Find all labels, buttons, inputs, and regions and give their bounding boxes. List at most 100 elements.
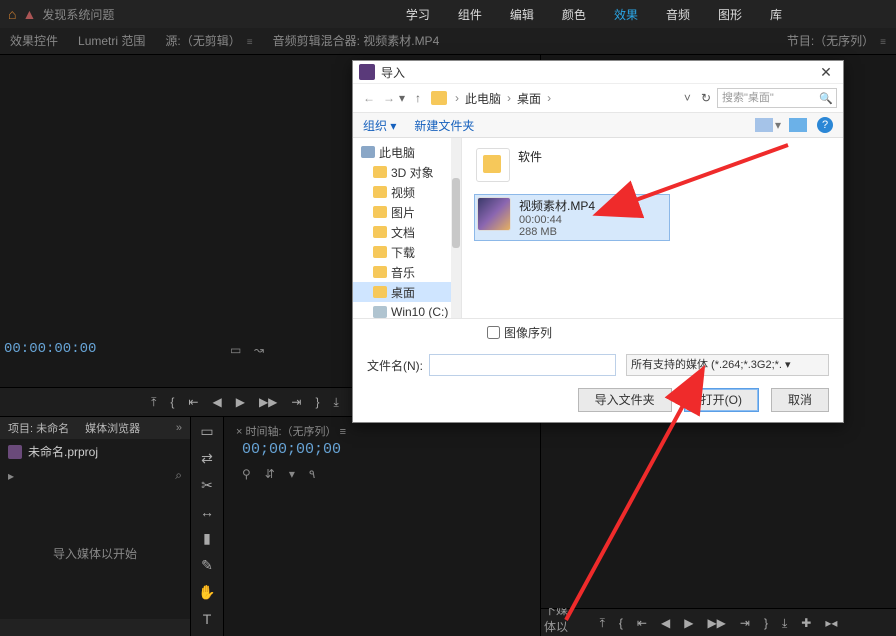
transport-button[interactable]: ◀ [661, 616, 670, 630]
workspace-tab-图形[interactable]: 图形 [718, 6, 742, 23]
transport-button[interactable]: ▸◂ [825, 616, 837, 630]
transport-button[interactable]: ⤒ [151, 395, 156, 410]
tool-button[interactable]: ▭ [200, 423, 213, 440]
workspace-tab-音频[interactable]: 音频 [666, 6, 690, 23]
dialog-button-row: 导入文件夹 打开(O) 取消 [353, 384, 843, 422]
transport-button[interactable]: ✚ [801, 616, 811, 630]
tab-source[interactable]: 源:（无剪辑）≡ [155, 28, 262, 54]
cancel-button[interactable]: 取消 [771, 388, 829, 412]
workspace-tab-颜色[interactable]: 颜色 [562, 6, 586, 23]
transport-button[interactable]: ⤒ [600, 616, 605, 631]
import-folder-button[interactable]: 导入文件夹 [578, 388, 672, 412]
title-text: 发现系统问题 [42, 6, 114, 23]
view-mode-icon[interactable] [755, 118, 773, 132]
image-sequence-checkbox[interactable] [487, 326, 500, 339]
filetype-dropdown[interactable]: 所有支持的媒体 (*.264;*.3G2;*. ▾ [626, 354, 829, 376]
tree-item-此电脑[interactable]: 此电脑 [353, 142, 461, 162]
tab-media-browser[interactable]: 媒体浏览器 [77, 420, 148, 436]
search-icon[interactable]: ⌕ [175, 468, 182, 483]
workspace-tab-效果[interactable]: 效果 [614, 6, 638, 23]
workspace-tab-组件[interactable]: 组件 [458, 6, 482, 23]
transport-button[interactable]: ⇥ [291, 395, 301, 409]
transport-button[interactable]: ⇤ [637, 616, 647, 630]
workspace-tab-学习[interactable]: 学习 [406, 6, 430, 23]
tree-item-视频[interactable]: 视频 [353, 182, 461, 202]
tree-item-Win10 (C:)[interactable]: Win10 (C:) [353, 302, 461, 318]
project-drop-hint[interactable]: 导入媒体以开始 [0, 487, 190, 619]
refresh-icon[interactable]: ↻ [701, 91, 711, 105]
transport-button[interactable]: ⇥ [740, 616, 750, 630]
transport-button[interactable]: { [619, 616, 623, 630]
tree-item-图片[interactable]: 图片 [353, 202, 461, 222]
marker-icon[interactable]: ▾ [289, 467, 295, 481]
settings-icon[interactable]: ٩ [309, 467, 315, 481]
close-icon[interactable]: ≡ [880, 37, 886, 48]
transport-button[interactable]: ⇤ [188, 395, 198, 409]
close-button[interactable]: ✕ [815, 64, 837, 81]
transport-button[interactable]: ⤓ [782, 616, 787, 631]
workspace-tab-库[interactable]: 库 [770, 6, 782, 23]
tree-item-文档[interactable]: 文档 [353, 222, 461, 242]
up-icon[interactable]: ↑ [415, 91, 421, 105]
add-marker-icon[interactable]: ↝ [254, 343, 266, 355]
timeline-timecode[interactable]: 00;00;00;00 [242, 441, 341, 458]
tab-effects-controls[interactable]: 效果控件 [0, 28, 68, 54]
forward-icon[interactable]: → [383, 91, 395, 105]
back-icon[interactable]: ← [363, 91, 375, 105]
transport-button[interactable]: ▶▶ [259, 395, 277, 409]
snap-icon[interactable]: ⚲ [242, 467, 251, 481]
filename-input[interactable] [429, 354, 616, 376]
transport-button[interactable]: { [170, 395, 174, 409]
transport-button[interactable]: } [764, 616, 768, 630]
new-folder-button[interactable]: 新建文件夹 [414, 117, 474, 134]
more-tabs-icon[interactable]: » [168, 422, 190, 434]
tab-audio-mixer[interactable]: 音频剪辑混合器: 视频素材.MP4 [263, 28, 450, 54]
search-input[interactable]: 搜索"桌面" 🔍 [717, 88, 837, 108]
home-icon[interactable]: ⌂ [8, 6, 16, 22]
tree-item-音乐[interactable]: 音乐 [353, 262, 461, 282]
tree-item-桌面[interactable]: 桌面 [353, 282, 461, 302]
project-filename: 未命名.prproj [28, 443, 98, 460]
workspace-tab-编辑[interactable]: 编辑 [510, 6, 534, 23]
video-thumbnail [477, 197, 511, 231]
transport-button[interactable]: ▶ [236, 395, 245, 409]
tool-button[interactable]: ↔ [200, 504, 214, 520]
organize-menu[interactable]: 组织 ▾ [363, 117, 396, 134]
breadcrumb-pc[interactable]: 此电脑 [465, 90, 501, 107]
link-icon[interactable]: ⇵ [265, 467, 275, 481]
source-timecode[interactable]: 00:00:00:00 [4, 341, 96, 357]
transport-button[interactable]: ▶▶ [707, 616, 725, 630]
help-icon[interactable]: ? [817, 117, 833, 133]
file-item-软件[interactable]: 软件 [474, 146, 835, 184]
tab-program[interactable]: 节目:（无序列）≡ [777, 28, 896, 54]
bin-icon[interactable]: ▸ [8, 469, 14, 483]
file-item-视频素材.MP4[interactable]: 视频素材.MP400:00:44288 MB [474, 194, 670, 241]
open-button[interactable]: 打开(O) [684, 388, 759, 412]
tool-button[interactable]: T [203, 611, 212, 627]
tab-lumetri[interactable]: Lumetri 范围 [68, 28, 155, 54]
tool-button[interactable]: ✋ [198, 584, 215, 601]
tool-button[interactable]: ▮ [203, 530, 211, 547]
transport-button[interactable]: ⤓ [333, 395, 338, 410]
history-dropdown-icon[interactable]: ▾ [399, 91, 405, 105]
close-icon[interactable]: ≡ [247, 37, 253, 48]
transport-button[interactable]: ▶ [684, 616, 693, 630]
tab-timeline[interactable]: × 时间轴:（无序列） ≡ [236, 426, 346, 438]
tree-item-下载[interactable]: 下载 [353, 242, 461, 262]
timeline-panel[interactable]: × 时间轴:（无序列） ≡ 00;00;00;00 ⚲ ⇵ ▾ ٩ 在此处放下媒… [224, 417, 540, 636]
tool-button[interactable]: ✂ [201, 477, 213, 494]
tab-project[interactable]: 项目: 未命名 [0, 420, 77, 436]
path-dropdown-icon[interactable]: ˅ [684, 91, 691, 105]
transport-button[interactable]: ◀ [212, 395, 221, 409]
transport-button[interactable]: } [315, 395, 319, 409]
folder-tree[interactable]: 此电脑3D 对象视频图片文档下载音乐桌面Win10 (C:) [353, 138, 462, 318]
scrollbar[interactable] [451, 138, 461, 318]
file-list[interactable]: 软件视频素材.MP400:00:44288 MB [462, 138, 843, 318]
breadcrumb-desktop[interactable]: 桌面 [517, 90, 541, 107]
dialog-titlebar[interactable]: 导入 ✕ [353, 61, 843, 84]
tree-item-3D 对象[interactable]: 3D 对象 [353, 162, 461, 182]
tool-button[interactable]: ✎ [201, 557, 213, 574]
fit-icon[interactable]: ▭ [230, 343, 242, 355]
preview-pane-icon[interactable] [789, 118, 807, 132]
tool-button[interactable]: ⇄ [201, 450, 213, 467]
